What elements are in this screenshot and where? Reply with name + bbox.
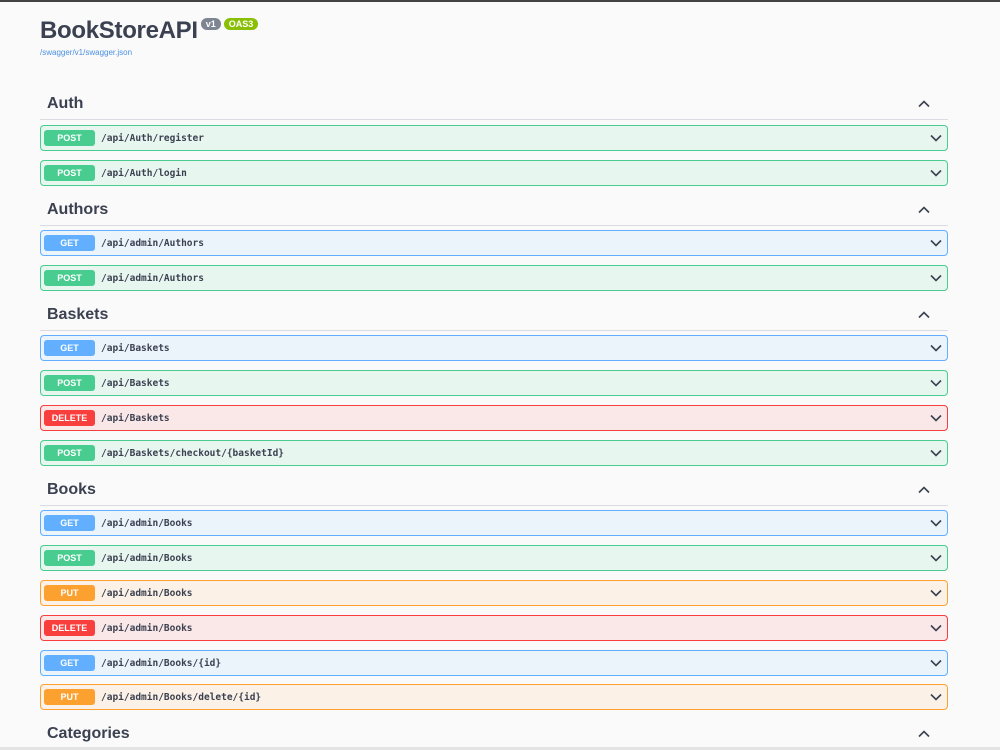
method-badge: PUT	[44, 585, 95, 601]
chevron-down-icon[interactable]	[929, 586, 943, 600]
method-badge: DELETE	[44, 620, 95, 636]
tag-header-authors[interactable]: Authors	[40, 194, 948, 226]
operation-row[interactable]: POST /api/Baskets/checkout/{basketId}	[40, 440, 948, 466]
chevron-up-icon[interactable]	[916, 482, 932, 498]
tag-header-books[interactable]: Books	[40, 474, 948, 506]
operation-row[interactable]: POST /api/admin/Authors	[40, 265, 948, 291]
operation-row[interactable]: PUT /api/admin/Books	[40, 580, 948, 606]
tag-section-categories: Categories	[40, 718, 948, 750]
tag-header-baskets[interactable]: Baskets	[40, 299, 948, 331]
chevron-down-icon[interactable]	[929, 411, 943, 425]
operation-row[interactable]: GET /api/admin/Books	[40, 510, 948, 536]
tag-name: Auth	[47, 94, 84, 112]
api-header: BookStoreAPI v1 OAS3 /swagger/v1/swagger…	[40, 16, 259, 57]
operation-row[interactable]: POST /api/Auth/register	[40, 125, 948, 151]
operation-row[interactable]: DELETE /api/Baskets	[40, 405, 948, 431]
api-title: BookStoreAPI	[40, 17, 198, 44]
chevron-up-icon[interactable]	[916, 96, 932, 112]
chevron-down-icon[interactable]	[929, 690, 943, 704]
method-badge: POST	[44, 550, 95, 566]
tag-name: Authors	[47, 200, 109, 218]
tag-name: Books	[47, 480, 96, 498]
chevron-down-icon[interactable]	[929, 271, 943, 285]
operation-path: /api/admin/Books	[101, 587, 193, 599]
operation-path: /api/admin/Books	[101, 552, 193, 564]
tag-name: Categories	[47, 724, 130, 742]
operation-row[interactable]: POST /api/admin/Books	[40, 545, 948, 571]
operation-path: /api/admin/Books/{id}	[101, 657, 222, 669]
method-badge: DELETE	[44, 410, 95, 426]
operation-path: /api/Auth/login	[101, 167, 187, 179]
version-badge: v1	[200, 18, 221, 30]
title-row: BookStoreAPI v1 OAS3	[40, 16, 259, 46]
chevron-down-icon[interactable]	[929, 236, 943, 250]
operation-row[interactable]: PUT /api/admin/Books/delete/{id}	[40, 684, 948, 710]
chevron-down-icon[interactable]	[929, 656, 943, 670]
chevron-up-icon[interactable]	[916, 307, 932, 323]
chevron-down-icon[interactable]	[929, 551, 943, 565]
operation-path: /api/admin/Books	[101, 622, 193, 634]
operation-path: /api/Baskets	[101, 342, 170, 354]
swagger-json-link[interactable]: /swagger/v1/swagger.json	[40, 48, 258, 57]
operation-row[interactable]: POST /api/Auth/login	[40, 160, 948, 186]
operation-path: /api/admin/Books/delete/{id}	[101, 691, 262, 703]
operation-row[interactable]: GET /api/admin/Books/{id}	[40, 650, 948, 676]
chevron-down-icon[interactable]	[929, 376, 943, 390]
operation-row[interactable]: POST /api/Baskets	[40, 370, 948, 396]
operation-path: /api/Baskets	[101, 377, 170, 389]
tag-header-auth[interactable]: Auth	[40, 88, 948, 120]
method-badge: GET	[44, 235, 95, 251]
tag-section-books: Books	[40, 474, 948, 506]
operation-path: /api/Auth/register	[101, 132, 204, 144]
oas-badge: OAS3	[223, 18, 259, 30]
method-badge: POST	[44, 165, 95, 181]
operation-row[interactable]: DELETE /api/admin/Books	[40, 615, 948, 641]
operation-path: /api/admin/Authors	[101, 237, 204, 249]
chevron-down-icon[interactable]	[929, 446, 943, 460]
method-badge: GET	[44, 340, 95, 356]
method-badge: POST	[44, 375, 95, 391]
method-badge: GET	[44, 655, 95, 671]
method-badge: PUT	[44, 689, 95, 705]
operation-path: /api/admin/Books	[101, 517, 193, 529]
method-badge: GET	[44, 515, 95, 531]
operation-path: /api/admin/Authors	[101, 272, 204, 284]
operation-path: /api/Baskets/checkout/{basketId}	[101, 447, 285, 459]
chevron-down-icon[interactable]	[929, 621, 943, 635]
tag-name: Baskets	[47, 305, 109, 323]
method-badge: POST	[44, 270, 95, 286]
chevron-down-icon[interactable]	[929, 516, 943, 530]
operation-row[interactable]: GET /api/Baskets	[40, 335, 948, 361]
tag-section-authors: Authors	[40, 194, 948, 226]
operation-row[interactable]: GET /api/admin/Authors	[40, 230, 948, 256]
tag-header-categories[interactable]: Categories	[40, 718, 948, 750]
operation-path: /api/Baskets	[101, 412, 170, 424]
method-badge: POST	[44, 445, 95, 461]
method-badge: POST	[44, 130, 95, 146]
chevron-up-icon[interactable]	[916, 202, 932, 218]
chevron-down-icon[interactable]	[929, 166, 943, 180]
chevron-down-icon[interactable]	[929, 131, 943, 145]
chevron-down-icon[interactable]	[929, 341, 943, 355]
tag-section-auth: Auth	[40, 88, 948, 120]
chevron-up-icon[interactable]	[916, 726, 932, 742]
tag-section-baskets: Baskets	[40, 299, 948, 331]
